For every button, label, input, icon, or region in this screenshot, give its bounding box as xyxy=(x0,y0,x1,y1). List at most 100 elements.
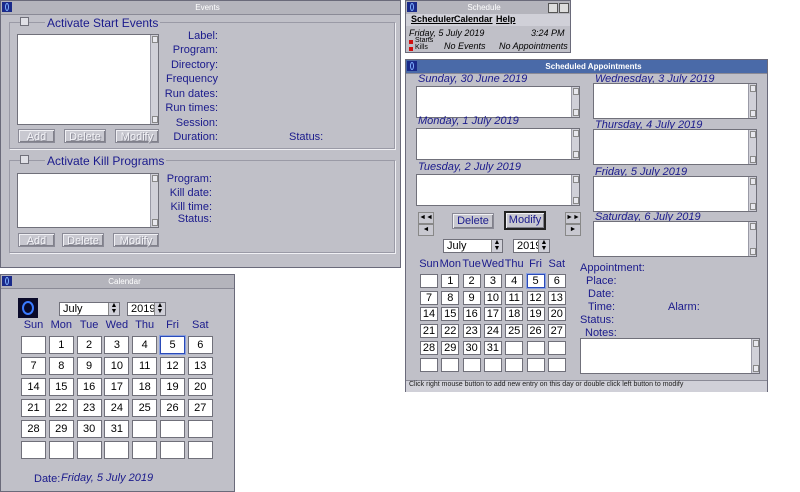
day-cell[interactable]: 14 xyxy=(21,378,46,396)
day-cell[interactable]: 27 xyxy=(187,399,213,417)
day-cell[interactable]: 31 xyxy=(483,340,502,355)
activate-start-checkbox[interactable] xyxy=(20,17,29,26)
day-entry-box[interactable] xyxy=(416,86,580,118)
day-cell[interactable]: 2 xyxy=(76,336,102,354)
nav-last-button[interactable]: ►► xyxy=(565,212,581,224)
day-entry-box[interactable] xyxy=(593,221,757,257)
day-cell[interactable]: 9 xyxy=(462,290,481,305)
day-cell[interactable]: 4 xyxy=(505,274,524,288)
nav-next-button[interactable]: ► xyxy=(565,224,581,236)
day-cell[interactable]: 11 xyxy=(132,357,158,375)
cal-month-select[interactable]: July ▲ ▼ xyxy=(59,302,120,316)
day-scrollbar[interactable] xyxy=(748,222,756,256)
nav-prev-button[interactable]: ◄ xyxy=(418,224,434,236)
day-cell[interactable]: 16 xyxy=(462,307,481,322)
chevron-down-icon[interactable]: ▲ ▼ xyxy=(491,239,502,252)
day-cell[interactable] xyxy=(420,357,438,372)
day-cell[interactable] xyxy=(21,336,46,354)
day-entry-box[interactable] xyxy=(593,83,757,119)
day-cell[interactable]: 7 xyxy=(21,357,46,375)
day-cell[interactable]: 6 xyxy=(187,336,213,354)
day-cell[interactable]: 7 xyxy=(420,290,438,305)
day-cell[interactable]: 14 xyxy=(420,307,438,322)
day-cell[interactable]: 22 xyxy=(48,399,74,417)
day-cell[interactable]: 24 xyxy=(483,324,502,339)
appt-month-select[interactable]: July ▲ ▼ xyxy=(443,239,503,253)
minimize-icon[interactable] xyxy=(548,3,558,13)
day-cell[interactable]: 3 xyxy=(104,336,130,354)
delete-button[interactable]: Delete xyxy=(452,213,494,229)
day-cell[interactable] xyxy=(76,441,102,459)
day-cell[interactable]: 18 xyxy=(505,307,524,322)
day-entry-box[interactable] xyxy=(416,128,580,160)
chevron-down-icon[interactable]: ▲ ▼ xyxy=(154,302,165,315)
start-events-list[interactable] xyxy=(17,34,159,125)
day-cell[interactable] xyxy=(462,357,481,372)
day-cell[interactable]: 23 xyxy=(462,324,481,339)
day-cell[interactable] xyxy=(21,441,46,459)
day-cell[interactable]: 9 xyxy=(76,357,102,375)
list-scrollbar[interactable] xyxy=(150,35,158,124)
day-scrollbar[interactable] xyxy=(748,130,756,164)
day-cell[interactable] xyxy=(526,340,545,355)
menu-help[interactable]: Help xyxy=(496,14,516,24)
day-cell[interactable]: 15 xyxy=(48,378,74,396)
day-cell[interactable] xyxy=(160,420,185,438)
day-cell[interactable]: 10 xyxy=(104,357,130,375)
day-cell[interactable]: 31 xyxy=(104,420,130,438)
kill-add-button[interactable]: Add xyxy=(18,233,55,247)
maximize-icon[interactable] xyxy=(559,3,569,13)
nav-first-button[interactable]: ◄◄ xyxy=(418,212,434,224)
day-cell[interactable] xyxy=(547,357,566,372)
day-cell[interactable]: 13 xyxy=(547,290,566,305)
system-menu-icon[interactable] xyxy=(2,2,12,12)
day-cell[interactable]: 11 xyxy=(505,290,524,305)
day-cell[interactable]: 3 xyxy=(483,274,502,288)
events-titlebar[interactable]: Events xyxy=(1,1,400,15)
day-cell[interactable]: 29 xyxy=(441,340,460,355)
day-cell[interactable] xyxy=(547,340,566,355)
activate-kill-checkbox[interactable] xyxy=(20,155,29,164)
day-cell[interactable]: 28 xyxy=(21,420,46,438)
system-menu-icon[interactable] xyxy=(407,2,417,12)
day-cell[interactable]: 1 xyxy=(441,274,460,288)
day-cell[interactable]: 19 xyxy=(526,307,545,322)
day-cell[interactable]: 26 xyxy=(160,399,185,417)
day-scrollbar[interactable] xyxy=(571,87,579,117)
day-scrollbar[interactable] xyxy=(571,129,579,159)
day-cell[interactable]: 4 xyxy=(132,336,158,354)
day-cell[interactable] xyxy=(187,441,213,459)
day-cell[interactable]: 18 xyxy=(132,378,158,396)
schedule-titlebar[interactable]: Schedule xyxy=(406,1,570,15)
day-cell[interactable]: 5 xyxy=(526,274,545,288)
day-cell[interactable]: 12 xyxy=(160,357,185,375)
day-cell[interactable]: 6 xyxy=(547,274,566,288)
day-cell[interactable]: 8 xyxy=(48,357,74,375)
day-cell[interactable]: 2 xyxy=(462,274,481,288)
day-scrollbar[interactable] xyxy=(571,175,579,205)
day-cell[interactable] xyxy=(526,357,545,372)
system-menu-icon[interactable] xyxy=(2,276,12,286)
day-cell[interactable]: 20 xyxy=(547,307,566,322)
kill-delete-button[interactable]: Delete xyxy=(62,233,104,247)
day-cell[interactable] xyxy=(132,420,158,438)
day-cell[interactable]: 13 xyxy=(187,357,213,375)
list-scrollbar[interactable] xyxy=(150,174,158,227)
day-scrollbar[interactable] xyxy=(748,84,756,118)
day-scrollbar[interactable] xyxy=(748,177,756,211)
day-cell[interactable]: 27 xyxy=(547,324,566,339)
day-cell[interactable] xyxy=(160,441,185,459)
day-cell[interactable]: 19 xyxy=(160,378,185,396)
day-cell[interactable] xyxy=(420,274,438,288)
day-cell[interactable]: 24 xyxy=(104,399,130,417)
day-cell[interactable]: 30 xyxy=(76,420,102,438)
day-entry-box[interactable] xyxy=(416,174,580,206)
start-delete-button[interactable]: Delete xyxy=(64,129,106,143)
day-cell[interactable] xyxy=(48,441,74,459)
day-cell[interactable]: 16 xyxy=(76,378,102,396)
appointments-titlebar[interactable]: Scheduled Appointments xyxy=(406,60,767,74)
day-cell[interactable] xyxy=(104,441,130,459)
chevron-down-icon[interactable]: ▲ ▼ xyxy=(538,239,549,252)
day-cell[interactable] xyxy=(505,340,524,355)
day-cell[interactable]: 30 xyxy=(462,340,481,355)
